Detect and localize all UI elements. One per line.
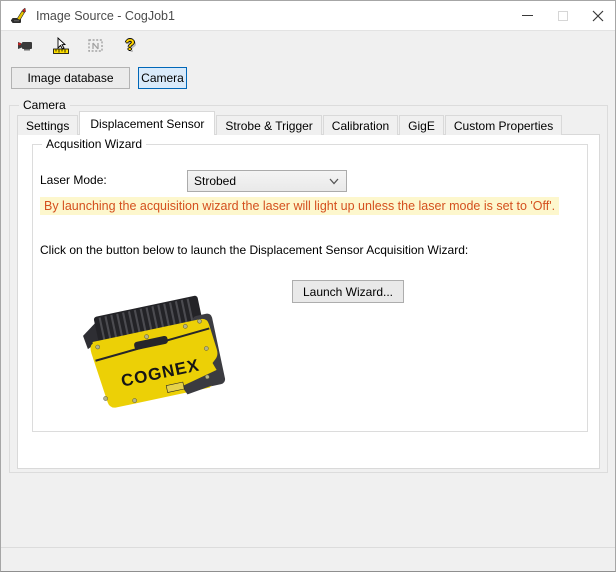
ruler-pointer-tool-icon[interactable]: [51, 36, 73, 56]
maximize-button[interactable]: [545, 1, 580, 30]
tab-strobe-trigger[interactable]: Strobe & Trigger: [216, 115, 322, 135]
chevron-down-icon: [329, 178, 339, 185]
displacement-sensor-image: COGNEX: [83, 295, 226, 408]
image-source-window: Image Source - CogJob1 ? Image database …: [0, 0, 616, 572]
tab-gige[interactable]: GigE: [399, 115, 444, 135]
camera-tool-icon[interactable]: [15, 36, 37, 56]
laser-mode-value: Strobed: [194, 174, 237, 188]
launch-wizard-button[interactable]: Launch Wizard...: [292, 280, 404, 303]
help-icon[interactable]: ?: [119, 36, 141, 56]
tabstrip: Settings Displacement Sensor Strobe & Tr…: [17, 111, 563, 135]
laser-warning-text: By launching the acquisition wizard the …: [40, 197, 560, 215]
minimize-icon: [522, 15, 533, 16]
tab-calibration[interactable]: Calibration: [322, 115, 399, 135]
help-glyph: ?: [125, 37, 135, 54]
camera-button[interactable]: Camera: [138, 67, 187, 89]
maximize-icon: [557, 10, 568, 21]
window-icon: [11, 7, 26, 23]
titlebar: Image Source - CogJob1: [1, 1, 615, 31]
tab-custom-properties[interactable]: Custom Properties: [444, 115, 563, 135]
laser-mode-label: Laser Mode:: [40, 173, 107, 187]
displacement-sensor-panel: Acqusition Wizard Laser Mode: Strobed By…: [17, 134, 600, 469]
close-icon: [592, 10, 603, 21]
tab-displacement-sensor[interactable]: Displacement Sensor: [79, 111, 216, 135]
minimize-button[interactable]: [510, 1, 545, 30]
window-title: Image Source - CogJob1: [36, 8, 175, 23]
region-tool-disabled-icon: [85, 36, 107, 56]
camera-groupbox-label: Camera: [19, 98, 70, 112]
wizard-instruction-text: Click on the button below to launch the …: [40, 243, 469, 257]
acquisition-wizard-groupbox-label: Acqusition Wizard: [42, 137, 147, 151]
laser-mode-dropdown[interactable]: Strobed: [187, 170, 347, 192]
toolbar: ?: [1, 32, 615, 60]
tab-settings[interactable]: Settings: [17, 115, 79, 135]
bottom-divider: [1, 547, 615, 548]
image-database-button[interactable]: Image database: [11, 67, 130, 89]
close-button[interactable]: [580, 1, 615, 30]
